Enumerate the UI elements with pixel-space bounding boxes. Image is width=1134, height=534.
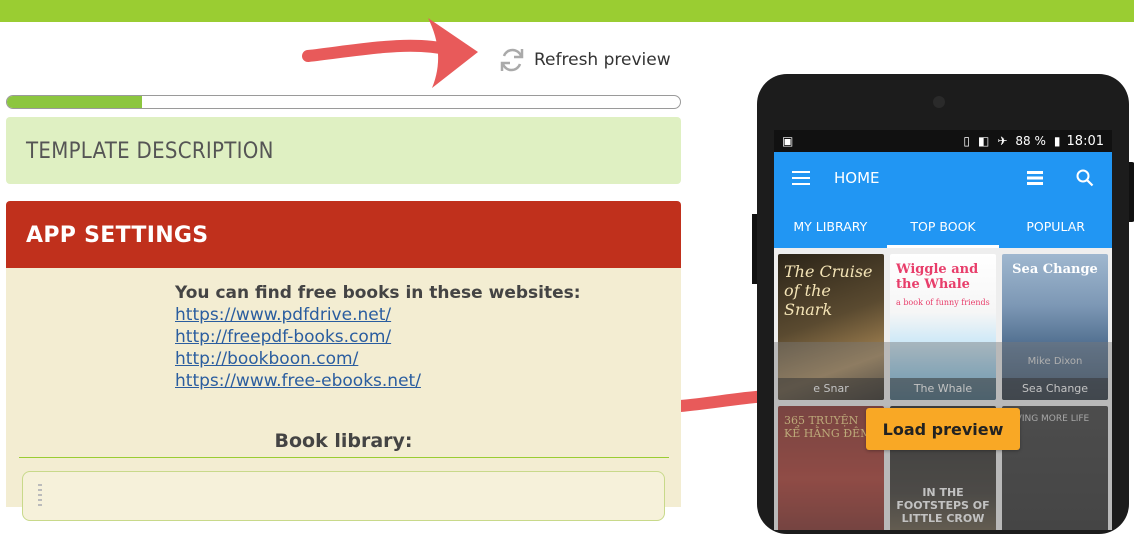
load-preview-button[interactable]: Load preview	[866, 408, 1020, 450]
tab-top-book[interactable]: TOP BOOK	[886, 204, 1000, 248]
book-library-title: Book library:	[274, 430, 413, 452]
no-sim-icon: ◧	[978, 134, 990, 148]
vibrate-icon: ▯	[963, 134, 971, 148]
phone-camera	[933, 96, 945, 108]
book-cover-subtitle: a book of funny friends	[896, 298, 990, 307]
app-settings-title: APP SETTINGS	[26, 223, 209, 248]
refresh-preview-label: Refresh preview	[534, 50, 671, 70]
arrow-to-refresh-icon	[302, 18, 478, 88]
progress-bar	[6, 95, 681, 109]
refresh-preview-button[interactable]: Refresh preview	[496, 44, 671, 76]
phone-side-button	[1129, 162, 1134, 222]
template-description-title: TEMPLATE DESCRIPTION	[26, 139, 274, 164]
phone-screen: ▣ ▯ ◧ ✈ 88 % ▮ 18:01 HOME MY LIBRARY TOP…	[774, 130, 1112, 530]
book-cover-title: The Cruise of the Snark	[784, 262, 873, 319]
phone-side-button-left	[752, 214, 757, 284]
book-library-list[interactable]	[22, 471, 665, 521]
tab-my-library[interactable]: MY LIBRARY	[774, 204, 887, 248]
search-icon[interactable]	[1074, 167, 1096, 189]
app-bar: HOME	[774, 152, 1112, 204]
template-description-section[interactable]: TEMPLATE DESCRIPTION	[6, 117, 681, 184]
drag-handle-icon[interactable]	[38, 484, 42, 506]
book-library-divider	[19, 457, 669, 458]
hamburger-menu-icon[interactable]	[790, 167, 812, 189]
link-free-ebooks[interactable]: https://www.free-ebooks.net/	[175, 370, 581, 392]
tab-popular[interactable]: POPULAR	[999, 204, 1112, 248]
websites-info: You can find free books in these website…	[175, 282, 581, 392]
status-time: 18:01	[1066, 133, 1104, 149]
battery-percent: 88 %	[1015, 134, 1046, 148]
websites-lead: You can find free books in these website…	[175, 283, 581, 303]
tab-bar: MY LIBRARY TOP BOOK POPULAR	[774, 204, 1112, 248]
book-cover-title: Sea Change	[1012, 262, 1098, 277]
progress-fill	[7, 96, 142, 108]
link-bookboon[interactable]: http://bookboon.com/	[175, 348, 581, 370]
book-cover-title: Wiggle and the Whale	[896, 262, 979, 292]
phone-mockup: ▣ ▯ ◧ ✈ 88 % ▮ 18:01 HOME MY LIBRARY TOP…	[752, 74, 1134, 534]
list-view-icon[interactable]	[1024, 167, 1046, 189]
link-pdfdrive[interactable]: https://www.pdfdrive.net/	[175, 304, 581, 326]
battery-icon: ▮	[1053, 134, 1061, 148]
airplane-icon: ✈	[997, 134, 1008, 148]
top-accent-bar	[0, 0, 1134, 22]
android-icon: ▣	[782, 134, 794, 148]
status-bar: ▣ ▯ ◧ ✈ 88 % ▮ 18:01	[774, 130, 1112, 152]
app-settings-header[interactable]: APP SETTINGS	[6, 201, 681, 268]
refresh-icon	[500, 48, 524, 72]
app-settings-body: You can find free books in these website…	[6, 268, 681, 521]
link-freepdf-books[interactable]: http://freepdf-books.com/	[175, 326, 581, 348]
app-bar-title: HOME	[834, 169, 880, 187]
